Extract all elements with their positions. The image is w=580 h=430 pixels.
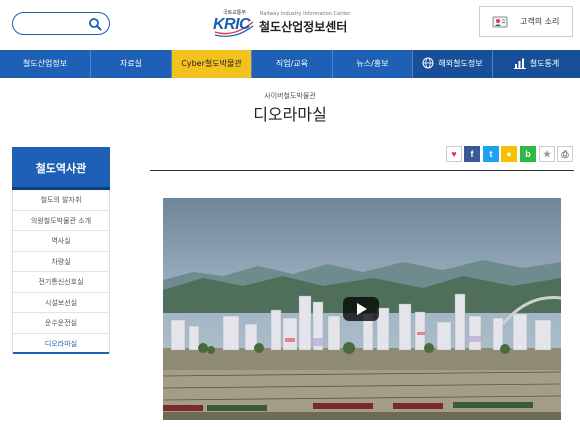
customer-voice-label: 고객의 소리 <box>520 17 560 26</box>
nav-item-label: 자료실 <box>119 59 143 68</box>
sidebar-item-facility-hall[interactable]: 시설보선실 <box>13 293 109 313</box>
nav-item-jobs-education[interactable]: 직업/교육 <box>252 50 333 78</box>
nav-item-label: Cyber철도박물관 <box>181 59 242 68</box>
band-icon[interactable]: b <box>520 146 536 162</box>
kakaostory-icon[interactable]: ● <box>501 146 517 162</box>
facebook-icon[interactable]: f <box>464 146 480 162</box>
page-subtitle: 사이버철도박물관 <box>264 92 316 100</box>
sidebar-list: 철도의 발자취 의왕철도박물관 소개 역사실 차량실 전기통신신호실 시설보선실… <box>12 190 110 354</box>
nav-item-label: 해외철도정보 <box>438 59 483 68</box>
logo-ministry-text: 국토교통부 <box>223 10 247 16</box>
customer-voice-button[interactable]: 고객의 소리 <box>479 6 573 37</box>
play-icon[interactable] <box>343 297 379 321</box>
nav-item-railway-statistics[interactable]: 철도통계 <box>493 50 580 78</box>
page-title: 디오라마실 <box>253 105 327 124</box>
sidebar-item-railway-history[interactable]: 철도의 발자취 <box>13 190 109 211</box>
nav-item-label: 철도산업정보 <box>22 59 68 68</box>
bar-chart-icon <box>513 58 526 69</box>
nav-item-label: 뉴스/홍보 <box>356 59 389 68</box>
logo-english-text: Railway Industry Information Center <box>260 11 351 17</box>
diorama-video-player[interactable] <box>163 198 561 420</box>
nav-item-railway-industry-info[interactable]: 철도산업정보 <box>0 50 91 78</box>
customer-voice-icon <box>492 16 508 28</box>
nav-item-cyber-museum[interactable]: Cyber철도박물관 <box>172 50 252 78</box>
logo-korean-name: 철도산업정보센터 <box>259 20 348 34</box>
search-icon[interactable] <box>88 17 102 31</box>
print-icon[interactable]: ⎙ <box>557 146 573 162</box>
sidebar-item-diorama-hall[interactable]: 디오라마실 <box>13 334 109 354</box>
nav-item-news-pr[interactable]: 뉴스/홍보 <box>333 50 413 78</box>
nav-item-overseas-railway[interactable]: 해외철도정보 <box>413 50 493 78</box>
search-box <box>12 12 110 35</box>
like-icon[interactable]: ♥ <box>446 146 462 162</box>
sidebar: 철도역사관 철도의 발자취 의왕철도박물관 소개 역사실 차량실 전기통신신호실… <box>12 147 110 354</box>
sidebar-heading: 철도역사관 <box>12 147 110 190</box>
bookmark-icon[interactable]: ★ <box>539 146 555 162</box>
sidebar-item-vehicle-hall[interactable]: 차량실 <box>13 252 109 272</box>
nav-item-archive[interactable]: 자료실 <box>91 50 172 78</box>
site-header: 국토교통부 KRIC Railway Industry Information … <box>0 0 580 50</box>
sidebar-item-uiwang-museum-intro[interactable]: 의왕철도박물관 소개 <box>13 211 109 231</box>
globe-icon <box>422 57 434 68</box>
logo-brand-text: KRIC <box>213 16 251 33</box>
sidebar-item-history-hall[interactable]: 역사실 <box>13 231 109 252</box>
main-nav: 철도산업정보 자료실 Cyber철도박물관 직업/교육 뉴스/홍보 해외철도정보… <box>0 50 580 78</box>
sidebar-item-electric-signal-hall[interactable]: 전기통신신호실 <box>13 272 109 293</box>
twitter-icon[interactable]: t <box>483 146 499 162</box>
sidebar-item-operation-hall[interactable]: 운수운전실 <box>13 313 109 334</box>
content-divider <box>150 170 574 171</box>
kric-logo[interactable]: 국토교통부 KRIC Railway Industry Information … <box>213 8 353 38</box>
nav-item-label: 철도통계 <box>529 59 560 68</box>
nav-item-label: 직업/교육 <box>275 59 309 68</box>
search-input[interactable] <box>21 16 91 32</box>
